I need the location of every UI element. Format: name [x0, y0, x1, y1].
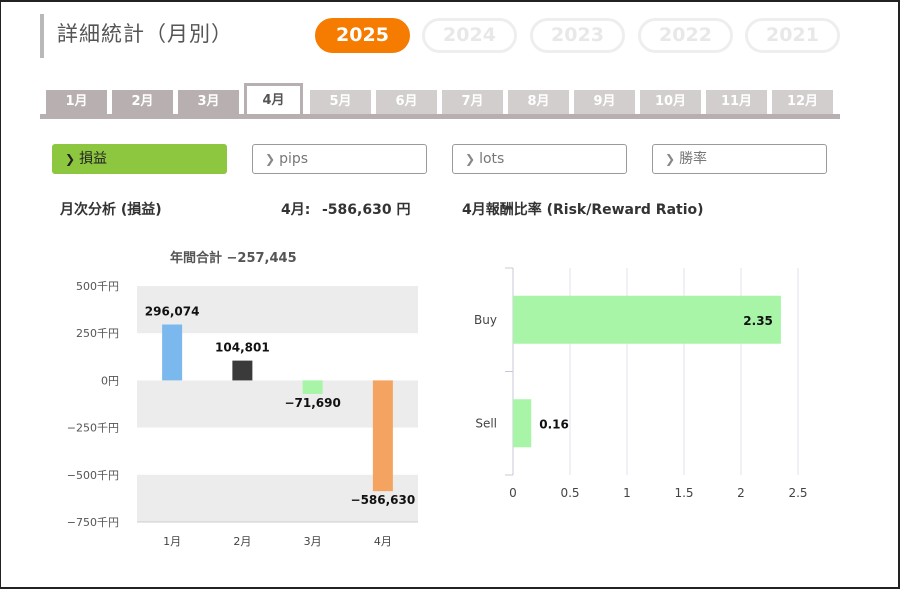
page-title-block: 詳細統計（月別） [40, 14, 233, 58]
monthly-analysis-title: 月次分析 (損益) [60, 202, 162, 218]
month-total-value: -586,630 円 [322, 202, 411, 218]
year-button-2025[interactable]: 2025 [315, 18, 410, 53]
month-tab-underline [40, 114, 840, 119]
annual-total-label: 年間合計 −257,445 [170, 251, 297, 266]
metric-button-pips[interactable]: ❯ pips [252, 144, 427, 174]
tab-month-8[interactable]: 8月 [508, 90, 569, 114]
tab-month-9[interactable]: 9月 [574, 90, 635, 114]
tab-month-7[interactable]: 7月 [442, 90, 503, 114]
chevron-right-icon: ❯ [665, 152, 676, 166]
metric-button-label: pips [279, 151, 309, 167]
metric-button-label: 勝率 [679, 151, 708, 167]
metric-button-pnl[interactable]: ❯ 損益 [52, 144, 227, 174]
year-button-2024[interactable]: 2024 [422, 18, 517, 53]
chevron-right-icon: ❯ [65, 152, 76, 166]
tab-month-12[interactable]: 12月 [772, 90, 833, 114]
month-total-label: 4月: [281, 202, 311, 218]
tab-month-11[interactable]: 11月 [706, 90, 767, 114]
tab-month-3[interactable]: 3月 [178, 90, 239, 114]
metric-button-lots[interactable]: ❯ lots [452, 144, 627, 174]
year-button-2022[interactable]: 2022 [638, 18, 733, 53]
page-title: 詳細統計（月別） [57, 22, 233, 46]
tab-month-5[interactable]: 5月 [310, 90, 371, 114]
tab-month-10[interactable]: 10月 [640, 90, 701, 114]
tab-month-2[interactable]: 2月 [112, 90, 173, 114]
metric-button-win-rate[interactable]: ❯ 勝率 [652, 144, 827, 174]
chevron-right-icon: ❯ [465, 152, 476, 166]
metric-button-label: 損益 [79, 151, 108, 167]
tab-month-1[interactable]: 1月 [46, 90, 107, 114]
window-frame [0, 0, 900, 589]
tab-month-6[interactable]: 6月 [376, 90, 437, 114]
year-button-2021[interactable]: 2021 [745, 18, 840, 53]
ratio-title: 4月報酬比率 (Risk/Reward Ratio) [462, 202, 704, 218]
year-button-2023[interactable]: 2023 [530, 18, 625, 53]
chevron-right-icon: ❯ [265, 152, 276, 166]
metric-button-label: lots [479, 151, 505, 167]
